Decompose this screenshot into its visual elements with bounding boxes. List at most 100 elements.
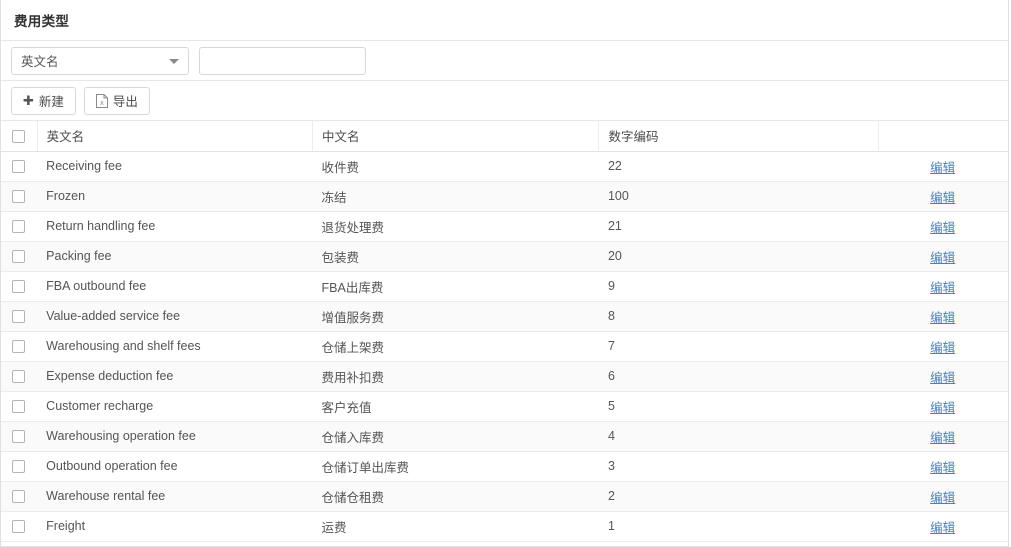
cell-chinese-name: 仓储入库费 — [312, 421, 599, 452]
new-button[interactable]: ✚ 新建 — [11, 86, 76, 115]
cell-operations: 编辑 — [878, 451, 1008, 482]
cell-english-name: FBA outbound fee — [37, 271, 313, 302]
cell-english-name: Expense deduction fee — [37, 361, 313, 392]
edit-link[interactable]: 编辑 — [930, 401, 955, 415]
column-header-english-name[interactable]: 英文名 — [36, 121, 313, 152]
cell-english-name: Warehouse rental fee — [37, 481, 313, 512]
row-checkbox[interactable] — [12, 490, 26, 504]
cell-english-name: Frozen — [37, 181, 313, 212]
cell-chinese-name: FBA出库费 — [312, 271, 599, 302]
fee-type-table: 英文名 中文名 数字编码 Receiving fee 收件费 22 编辑 Frozen 冻… — [1, 121, 1008, 542]
row-checkbox[interactable] — [12, 160, 26, 174]
row-checkbox[interactable] — [12, 190, 26, 204]
edit-link[interactable]: 编辑 — [930, 251, 955, 265]
table-row[interactable]: Outbound operation fee 仓储订单出库费 3 编辑 — [1, 451, 1008, 482]
cell-english-name: Freight — [37, 511, 313, 542]
row-select-cell — [1, 361, 38, 392]
cell-operations: 编辑 — [878, 331, 1008, 362]
edit-link[interactable]: 编辑 — [930, 461, 955, 475]
edit-link[interactable]: 编辑 — [930, 311, 955, 325]
chevron-down-icon — [169, 58, 179, 64]
plus-icon: ✚ — [23, 93, 34, 108]
cell-numeric-code: 9 — [598, 271, 879, 302]
table-row[interactable]: Value-added service fee 增值服务费 8 编辑 — [1, 301, 1008, 332]
edit-link[interactable]: 编辑 — [930, 521, 955, 535]
cell-operations: 编辑 — [878, 391, 1008, 422]
cell-chinese-name: 增值服务费 — [312, 301, 599, 332]
row-checkbox[interactable] — [12, 430, 26, 444]
table-row[interactable]: Warehousing and shelf fees 仓储上架费 7 编辑 — [1, 331, 1008, 362]
row-select-cell — [1, 301, 38, 332]
select-all-checkbox[interactable] — [11, 129, 25, 143]
action-bar: ✚ 新建 x 导出 — [1, 81, 1008, 121]
cell-chinese-name: 收件费 — [312, 151, 599, 182]
row-checkbox[interactable] — [12, 310, 26, 324]
cell-numeric-code: 8 — [598, 301, 879, 332]
export-button-label: 导出 — [112, 95, 138, 109]
cell-chinese-name: 包装费 — [312, 241, 599, 272]
cell-operations: 编辑 — [878, 241, 1008, 272]
excel-file-icon: x — [95, 93, 108, 108]
cell-operations: 编辑 — [878, 271, 1008, 302]
cell-chinese-name: 冻结 — [312, 181, 599, 212]
row-checkbox[interactable] — [12, 400, 26, 414]
table-row[interactable]: Packing fee 包装费 20 编辑 — [1, 241, 1008, 272]
row-checkbox[interactable] — [12, 520, 26, 534]
cell-chinese-name: 仓储订单出库费 — [312, 451, 599, 482]
cell-numeric-code: 2 — [598, 481, 879, 512]
row-checkbox[interactable] — [12, 250, 26, 264]
cell-english-name: Warehousing operation fee — [37, 421, 313, 452]
row-select-cell — [1, 271, 38, 302]
column-header-numeric-code[interactable]: 数字编码 — [598, 121, 879, 152]
table-row[interactable]: Frozen 冻结 100 编辑 — [1, 181, 1008, 212]
cell-english-name: Return handling fee — [37, 211, 313, 242]
cell-english-name: Outbound operation fee — [37, 451, 313, 482]
cell-english-name: Receiving fee — [37, 151, 313, 182]
row-checkbox[interactable] — [12, 340, 26, 354]
table-row[interactable]: FBA outbound fee FBA出库费 9 编辑 — [1, 271, 1008, 302]
cell-numeric-code: 6 — [598, 361, 879, 392]
table-row[interactable]: Receiving fee 收件费 22 编辑 — [1, 151, 1008, 182]
table-row[interactable]: Customer recharge 客户充值 5 编辑 — [1, 391, 1008, 422]
row-select-cell — [1, 241, 38, 272]
edit-link[interactable]: 编辑 — [930, 191, 955, 205]
edit-link[interactable]: 编辑 — [930, 161, 955, 175]
table-head: 英文名 中文名 数字编码 — [1, 121, 1008, 152]
search-keyword-input[interactable] — [199, 46, 366, 75]
cell-english-name: Warehousing and shelf fees — [37, 331, 313, 362]
cell-english-name: Customer recharge — [37, 391, 313, 422]
row-select-cell — [1, 511, 38, 542]
search-field-select[interactable]: 英文名 — [11, 46, 189, 75]
table-row[interactable]: Warehouse rental fee 仓储仓租费 2 编辑 — [1, 481, 1008, 512]
cell-chinese-name: 运费 — [312, 511, 599, 542]
table-row[interactable]: Freight 运费 1 编辑 — [1, 511, 1008, 542]
fee-type-table-wrapper: 英文名 中文名 数字编码 Receiving fee 收件费 22 编辑 Frozen 冻… — [1, 121, 1008, 546]
row-select-cell — [1, 181, 38, 212]
row-checkbox[interactable] — [12, 370, 26, 384]
edit-link[interactable]: 编辑 — [930, 491, 955, 505]
edit-link[interactable]: 编辑 — [930, 341, 955, 355]
cell-numeric-code: 100 — [598, 181, 879, 212]
column-header-operations — [877, 121, 1008, 152]
cell-operations: 编辑 — [878, 181, 1008, 212]
table-row[interactable]: Warehousing operation fee 仓储入库费 4 编辑 — [1, 421, 1008, 452]
edit-link[interactable]: 编辑 — [930, 281, 955, 295]
filter-bar: 英文名 — [1, 41, 1008, 81]
cell-chinese-name: 费用补扣费 — [312, 361, 599, 392]
column-header-chinese-name[interactable]: 中文名 — [312, 121, 599, 152]
table-row[interactable]: Return handling fee 退货处理费 21 编辑 — [1, 211, 1008, 242]
cell-chinese-name: 退货处理费 — [312, 211, 599, 242]
panel-title-bar: 费用类型 — [1, 0, 1008, 41]
export-button[interactable]: x 导出 — [83, 86, 150, 115]
cell-operations: 编辑 — [878, 211, 1008, 242]
row-checkbox[interactable] — [12, 220, 26, 234]
row-checkbox[interactable] — [12, 460, 26, 474]
svg-text:x: x — [100, 100, 104, 107]
edit-link[interactable]: 编辑 — [930, 221, 955, 235]
cell-numeric-code: 21 — [598, 211, 879, 242]
row-checkbox[interactable] — [12, 280, 26, 294]
table-row[interactable]: Expense deduction fee 费用补扣费 6 编辑 — [1, 361, 1008, 392]
edit-link[interactable]: 编辑 — [930, 371, 955, 385]
edit-link[interactable]: 编辑 — [930, 431, 955, 445]
cell-operations: 编辑 — [878, 361, 1008, 392]
